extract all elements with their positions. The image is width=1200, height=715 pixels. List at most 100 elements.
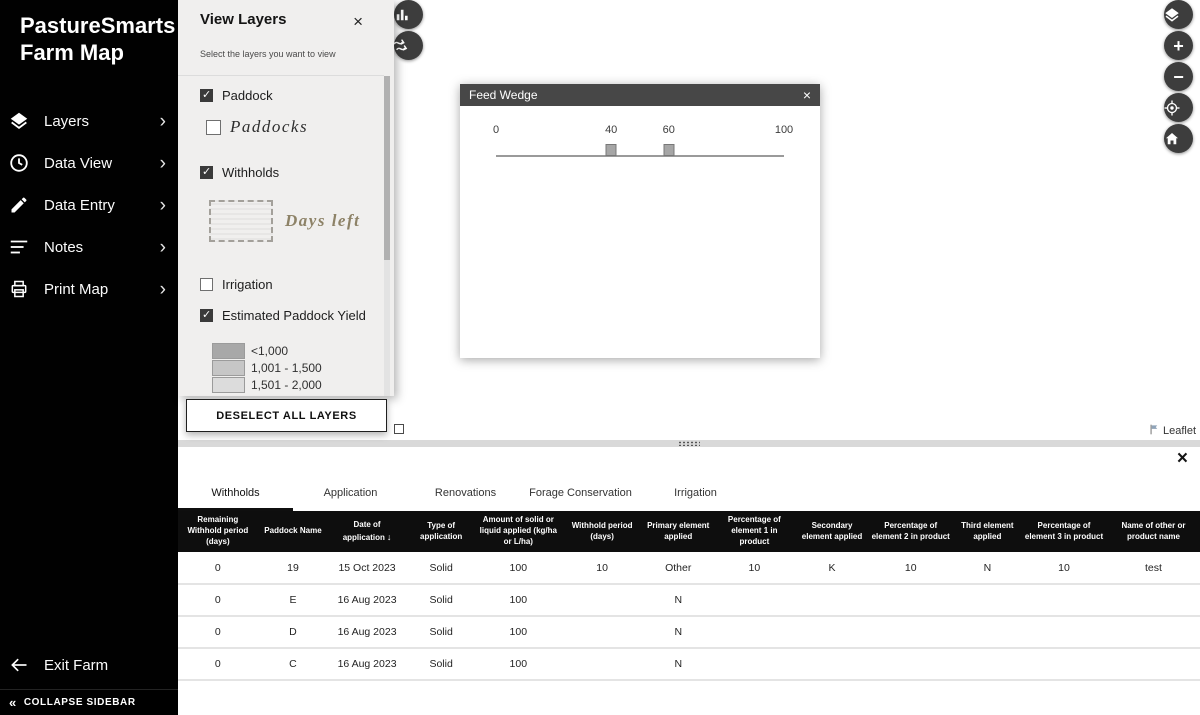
table-cell: 100 (476, 648, 560, 680)
paddock-checkbox[interactable] (200, 89, 213, 102)
table-cell: 10 (560, 552, 644, 584)
layer-row-paddock: Paddock (200, 88, 273, 103)
yield-legend: <1,0001,001 - 1,5001,501 - 2,000 (212, 342, 322, 393)
app-title: PastureSmarts Farm Map (0, 0, 178, 66)
column-header[interactable]: Percentage of element 3 in product (1021, 511, 1107, 552)
table-row[interactable]: 01915 Oct 2023Solid10010Other10K10N10tes… (178, 552, 1200, 584)
attribution-label[interactable]: Leaflet (1163, 425, 1196, 437)
column-header[interactable]: Percentage of element 2 in product (868, 511, 954, 552)
compare-tool-button[interactable] (394, 31, 423, 60)
layers-icon (8, 110, 30, 132)
sidebar-item-label: Data Entry (44, 197, 160, 214)
estimated-yield-checkbox[interactable] (200, 309, 213, 322)
table-cell (796, 584, 868, 616)
sidebar-item-data-entry[interactable]: Data Entry › (0, 184, 178, 226)
collapse-sidebar-label: COLLAPSE SIDEBAR (24, 697, 136, 708)
column-header[interactable]: Remaining Withhold period (days) (178, 511, 258, 552)
sidebar-item-data-view[interactable]: Data View › (0, 142, 178, 184)
zoom-in-button[interactable]: + (1164, 31, 1193, 60)
table-row[interactable]: 0D16 Aug 2023Solid100N (178, 616, 1200, 648)
table-cell: 100 (476, 584, 560, 616)
map-resize-handle[interactable] (394, 424, 404, 434)
column-header[interactable]: Paddock Name (258, 511, 329, 552)
days-left-preview-label: Days left (285, 211, 360, 231)
slider-tick-label: 40 (605, 124, 617, 136)
sidebar-item-layers[interactable]: Layers › (0, 100, 178, 142)
withholds-preview: Days left (209, 200, 360, 242)
layer-row-withholds: Withholds (200, 165, 279, 180)
table-cell (796, 648, 868, 680)
zoom-out-button[interactable]: − (1164, 62, 1193, 91)
column-header[interactable]: Date of application↓ (328, 511, 406, 552)
records-panel-close-icon[interactable]: × (1177, 449, 1188, 468)
exit-farm-button[interactable]: Exit Farm (0, 651, 178, 679)
layers-panel-close-icon[interactable]: × (353, 13, 363, 30)
slider-track[interactable] (496, 155, 784, 157)
panel-resize-divider[interactable] (178, 440, 1200, 447)
sidebar-nav: Layers › Data View › Data Entry (0, 100, 178, 310)
column-header[interactable]: Withhold period (days) (560, 511, 644, 552)
table-cell (712, 648, 796, 680)
table-cell: 15 Oct 2023 (328, 552, 406, 584)
tab-forage-conservation[interactable]: Forage Conservation (523, 478, 638, 511)
chart-tool-button[interactable] (394, 0, 423, 29)
collapse-sidebar-button[interactable]: « COLLAPSE SIDEBAR (0, 689, 178, 715)
table-cell: N (644, 616, 712, 648)
table-cell (868, 648, 954, 680)
home-icon (1161, 128, 1183, 150)
column-header[interactable]: Secondary element applied (796, 511, 868, 552)
scrollbar-thumb[interactable] (384, 76, 390, 260)
table-cell (868, 584, 954, 616)
column-header[interactable]: Percentage of element 1 in product (712, 511, 796, 552)
legend-swatch (212, 343, 245, 359)
map-layers-button[interactable] (1164, 0, 1193, 29)
records-tabs: WithholdsApplicationRenovationsForage Co… (178, 478, 753, 511)
table-cell (560, 648, 644, 680)
table-cell: K (796, 552, 868, 584)
table-cell: 10 (712, 552, 796, 584)
drag-grip-icon[interactable] (678, 441, 700, 446)
table-cell: 16 Aug 2023 (328, 616, 406, 648)
withholds-checkbox[interactable] (200, 166, 213, 179)
home-button[interactable] (1164, 124, 1193, 153)
deselect-all-layers-button[interactable]: DESELECT ALL LAYERS (186, 399, 387, 432)
panel-scrollbar[interactable] (384, 76, 390, 396)
column-header[interactable]: Third element applied (954, 511, 1021, 552)
feed-wedge-close-icon[interactable]: × (803, 88, 811, 102)
column-header[interactable]: Type of application (406, 511, 477, 552)
feed-wedge-header[interactable]: Feed Wedge × (460, 84, 820, 106)
records-panel: × WithholdsApplicationRenovationsForage … (178, 440, 1200, 715)
sidebar-item-print-map[interactable]: Print Map › (0, 268, 178, 310)
app-window: + − Leaflet Fe (0, 0, 1200, 715)
table-cell: 100 (476, 552, 560, 584)
table-row[interactable]: 0E16 Aug 2023Solid100N (178, 584, 1200, 616)
slider-tick-label: 0 (493, 124, 499, 136)
table-cell: Solid (406, 648, 477, 680)
tab-withholds[interactable]: Withholds (178, 478, 293, 511)
feed-wedge-slider[interactable]: 04060100 (496, 106, 784, 186)
irrigation-checkbox[interactable] (200, 278, 213, 291)
slider-handle[interactable] (606, 144, 617, 156)
table-cell: N (644, 648, 712, 680)
table-cell: 0 (178, 648, 258, 680)
column-header[interactable]: Amount of solid or liquid applied (kg/ha… (476, 511, 560, 552)
table-cell: N (644, 584, 712, 616)
slider-handle[interactable] (663, 144, 674, 156)
table-row[interactable]: 0C16 Aug 2023Solid100N (178, 648, 1200, 680)
locate-button[interactable] (1164, 93, 1193, 122)
tab-renovations[interactable]: Renovations (408, 478, 523, 511)
layer-row-irrigation: Irrigation (200, 277, 273, 292)
table-cell (1021, 616, 1107, 648)
table-cell: Solid (406, 616, 477, 648)
pencil-icon (8, 194, 30, 216)
table-cell: 19 (258, 552, 329, 584)
sidebar-item-notes[interactable]: Notes › (0, 226, 178, 268)
paddock-labels-checkbox[interactable] (206, 120, 221, 135)
sort-desc-icon[interactable]: ↓ (387, 532, 392, 542)
column-header[interactable]: Primary element applied (644, 511, 712, 552)
column-header[interactable]: Name of other or product name (1107, 511, 1200, 552)
tab-application[interactable]: Application (293, 478, 408, 511)
table-cell (868, 616, 954, 648)
crosshair-icon (1161, 97, 1183, 119)
tab-irrigation[interactable]: Irrigation (638, 478, 753, 511)
